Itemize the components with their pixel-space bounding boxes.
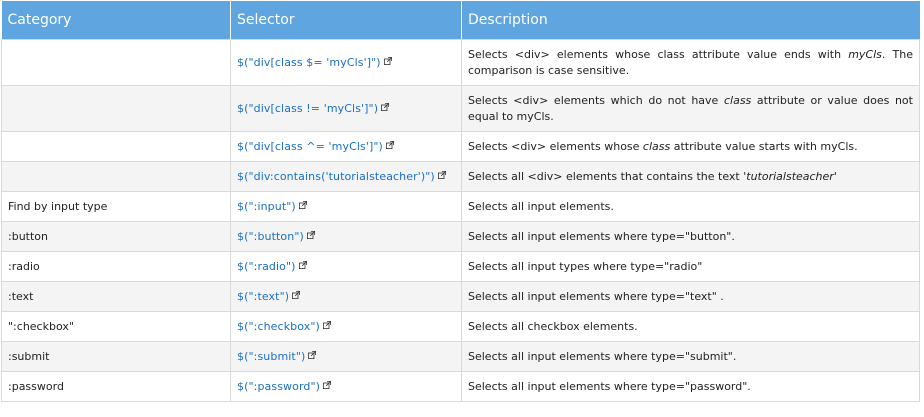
selector-link[interactable]: $("div[class ^= 'myCls']"): [237, 140, 383, 153]
selector-cell: $("div[class != 'myCls']"): [230, 85, 462, 132]
description-cell: Selects <div> elements which do not have…: [461, 85, 920, 132]
table-row: $("div[class $= 'myCls']") Selects <div>…: [1, 39, 920, 86]
description-text: Selects all checkbox elements.: [468, 319, 638, 333]
external-link-icon[interactable]: [298, 200, 307, 209]
external-link-icon[interactable]: [381, 102, 390, 111]
external-link-icon[interactable]: [437, 170, 446, 179]
category-cell: :button: [1, 221, 231, 252]
category-cell: [1, 85, 231, 132]
description-emphasis: class: [723, 93, 752, 107]
selector-link[interactable]: $(":input"): [237, 200, 296, 213]
selector-cell: $(":text"): [230, 281, 462, 312]
description-text: Selects all input elements where type="p…: [468, 379, 751, 393]
description-text: Selects <div> elements which do not have: [468, 93, 724, 107]
table-row: :radio $(":radio") Selects all input typ…: [1, 251, 920, 282]
selector-link[interactable]: $(":checkbox"): [237, 320, 320, 333]
table-row: ":checkbox" $(":checkbox") Selects all c…: [1, 311, 920, 342]
description-cell: Selects all <div> elements that contains…: [461, 161, 920, 192]
category-cell: [1, 39, 231, 86]
external-link-icon[interactable]: [385, 140, 394, 149]
selectors-table: Category Selector Description $("div[cla…: [1, 1, 920, 402]
description-text: Selects all input elements.: [468, 199, 614, 213]
category-cell: [1, 161, 231, 192]
category-cell: Find by input type: [1, 191, 231, 222]
selector-cell: $("div:contains('tutorialsteacher')"): [230, 161, 462, 192]
description-text: attribute value starts with myCls.: [670, 139, 858, 153]
header-category: Category: [1, 1, 231, 40]
table-row: $("div:contains('tutorialsteacher')") Se…: [1, 161, 920, 192]
description-text: Selects all input elements where type="t…: [468, 289, 724, 303]
description-text: Selects <div> elements whose: [468, 139, 643, 153]
selector-link[interactable]: $(":password"): [237, 380, 320, 393]
category-cell: [1, 131, 231, 162]
selector-link[interactable]: $(":radio"): [237, 260, 296, 273]
category-cell: ":checkbox": [1, 311, 231, 342]
description-cell: Selects all input elements.: [461, 191, 920, 222]
description-text: Selects <div> elements whose class attri…: [468, 47, 849, 61]
selector-link[interactable]: $(":submit"): [237, 350, 305, 363]
selector-cell: $("div[class ^= 'myCls']"): [230, 131, 462, 162]
description-cell: Selects all input elements where type="s…: [461, 341, 920, 372]
description-emphasis: class: [642, 139, 671, 153]
external-link-icon[interactable]: [298, 260, 307, 269]
external-link-icon[interactable]: [322, 320, 331, 329]
header-description: Description: [461, 1, 920, 40]
description-cell: Selects <div> elements whose class attri…: [461, 39, 920, 86]
description-text: Selects all <div> elements that contains…: [468, 169, 744, 183]
category-cell: :submit: [1, 341, 231, 372]
selector-link[interactable]: $(":text"): [237, 290, 289, 303]
description-cell: Selects all input elements where type="b…: [461, 221, 920, 252]
selector-cell: $(":button"): [230, 221, 462, 252]
selector-cell: $(":checkbox"): [230, 311, 462, 342]
table-row: :password $(":password") Selects all inp…: [1, 371, 920, 402]
header-selector: Selector: [230, 1, 462, 40]
external-link-icon[interactable]: [323, 380, 332, 389]
description-emphasis: 'tutorialsteacher': [743, 169, 837, 183]
selector-cell: $(":password"): [230, 371, 462, 402]
selector-cell: $("div[class $= 'myCls']"): [230, 39, 462, 86]
category-cell: :password: [1, 371, 231, 402]
selector-cell: $(":submit"): [230, 341, 462, 372]
description-cell: Selects all input types where type="radi…: [461, 251, 920, 282]
selector-link[interactable]: $("div:contains('tutorialsteacher')"): [237, 170, 435, 183]
selector-link[interactable]: $(":button"): [237, 230, 304, 243]
table-row: Find by input type $(":input") Selects a…: [1, 191, 920, 222]
table-row: :button $(":button") Selects all input e…: [1, 221, 920, 252]
description-cell: Selects all input elements where type="t…: [461, 281, 920, 312]
external-link-icon[interactable]: [383, 56, 392, 65]
table-body: $("div[class $= 'myCls']") Selects <div>…: [1, 39, 920, 402]
external-link-icon[interactable]: [292, 290, 301, 299]
external-link-icon[interactable]: [308, 350, 317, 359]
description-cell: Selects all checkbox elements.: [461, 311, 920, 342]
description-emphasis: myCls: [848, 47, 882, 61]
selector-cell: $(":input"): [230, 191, 462, 222]
selector-link[interactable]: $("div[class $= 'myCls']"): [237, 56, 381, 69]
category-cell: :text: [1, 281, 231, 312]
table-row: :submit $(":submit") Selects all input e…: [1, 341, 920, 372]
description-text: Selects all input elements where type="s…: [468, 349, 737, 363]
description-text: Selects all input elements where type="b…: [468, 229, 735, 243]
table-row: $("div[class != 'myCls']") Selects <div>…: [1, 85, 920, 132]
category-cell: :radio: [1, 251, 231, 282]
external-link-icon[interactable]: [306, 230, 315, 239]
description-cell: Selects <div> elements whose class attri…: [461, 131, 920, 162]
table-header: Category Selector Description: [1, 1, 920, 40]
table-row: $("div[class ^= 'myCls']") Selects <div>…: [1, 131, 920, 162]
description-cell: Selects all input elements where type="p…: [461, 371, 920, 402]
selector-link[interactable]: $("div[class != 'myCls']"): [237, 102, 378, 115]
selector-cell: $(":radio"): [230, 251, 462, 282]
page: Category Selector Description $("div[cla…: [0, 0, 924, 417]
table-row: :text $(":text") Selects all input eleme…: [1, 281, 920, 312]
description-text: Selects all input types where type="radi…: [468, 259, 703, 273]
